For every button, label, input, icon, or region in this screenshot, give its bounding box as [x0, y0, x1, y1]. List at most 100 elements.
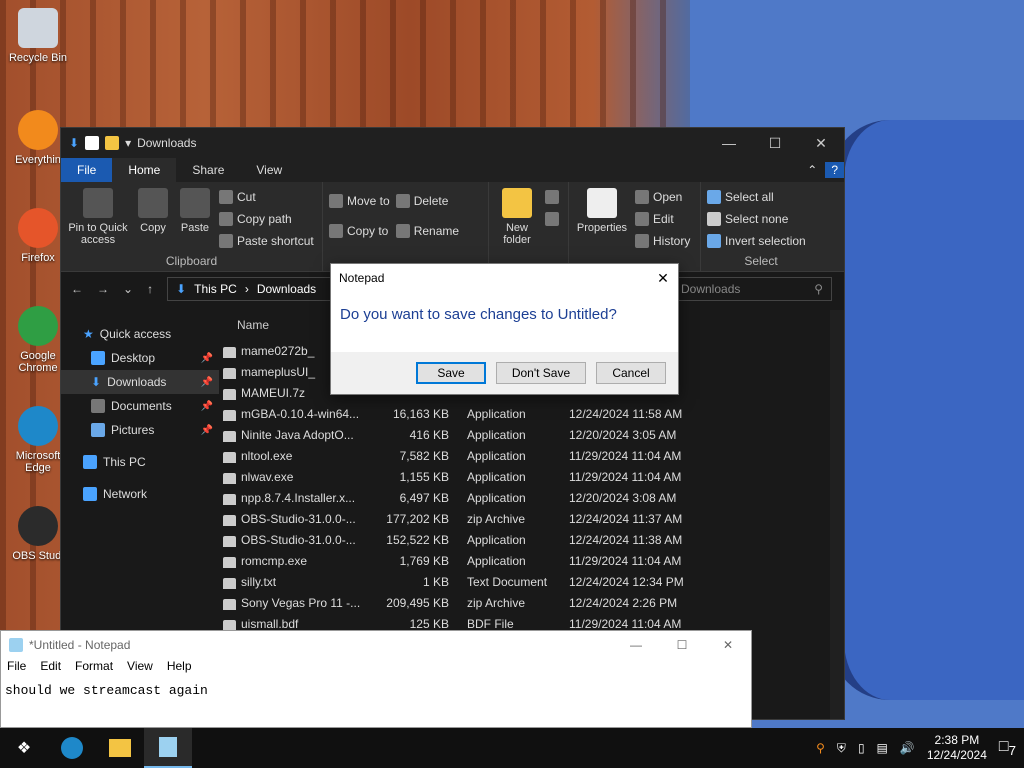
new-item-icon	[545, 190, 559, 204]
delete-icon	[395, 194, 410, 208]
folder-qat-icon[interactable]	[105, 136, 120, 150]
everything-tray-icon[interactable]: ⚲	[816, 741, 825, 755]
cancel-button[interactable]: Cancel	[596, 362, 666, 384]
file-row[interactable]: npp.8.7.4.Installer.x... 6,497 KB Applicat…	[219, 487, 830, 508]
file-row[interactable]: OBS-Studio-31.0.0-... 177,202 KB zip Archi…	[219, 508, 830, 529]
network-icon[interactable]: ▤	[877, 741, 888, 755]
tab-home[interactable]: Home	[112, 158, 177, 182]
nav-this-pc[interactable]: This PC	[61, 450, 219, 474]
explorer-titlebar[interactable]: ⬇ ▾ Downloads — ☐ ✕	[61, 128, 844, 158]
menu-format[interactable]: Format	[75, 659, 113, 679]
file-date: 12/20/2024 3:05 AM	[569, 427, 677, 442]
pin-icon: 📌	[200, 376, 213, 388]
minimize-button[interactable]: —	[613, 638, 659, 652]
file-type: zip Archive	[467, 595, 526, 610]
breadcrumb-separator-icon: ›	[244, 282, 249, 296]
close-button[interactable]: ✕	[798, 135, 844, 152]
menu-file[interactable]: File	[7, 659, 26, 679]
maximize-button[interactable]: ☐	[659, 638, 705, 652]
properties-qat-icon[interactable]	[85, 136, 100, 150]
close-button[interactable]: ✕	[705, 638, 751, 652]
notifications-button[interactable]: □7	[999, 738, 1016, 758]
forward-button[interactable]: →	[97, 282, 109, 296]
nav-pictures[interactable]: Pictures 📌	[61, 418, 219, 442]
nav-quick-access[interactable]: ★ Quick access	[61, 322, 219, 346]
recent-locations-button[interactable]: ⌄	[123, 282, 133, 296]
open-button[interactable]: Open	[635, 188, 690, 206]
new-item-button[interactable]	[545, 188, 559, 206]
security-shield-icon[interactable]: ⛨	[837, 741, 846, 756]
nav-desktop[interactable]: Desktop 📌	[61, 346, 219, 370]
copy-path-button[interactable]: Copy path	[219, 210, 314, 228]
rename-button[interactable]: Rename	[395, 222, 459, 240]
dialog-close-button[interactable]: ✕	[648, 270, 678, 287]
tab-share[interactable]: Share	[176, 158, 240, 182]
recycle-bin-icon	[18, 8, 58, 48]
back-button[interactable]: ←	[71, 282, 83, 296]
select-none-button[interactable]: Select none	[707, 210, 806, 228]
pictures-icon	[91, 423, 105, 437]
file-row[interactable]: romcmp.exe 1,769 KB Application 11/29/2024 …	[219, 550, 830, 571]
file-row[interactable]: mGBA-0.10.4-win64... 16,163 KB Application…	[219, 403, 830, 424]
move-to-button[interactable]: Move to	[329, 192, 390, 210]
properties-button[interactable]: Properties	[575, 188, 629, 272]
menu-edit[interactable]: Edit	[40, 659, 61, 679]
taskbar-file-explorer[interactable]	[96, 728, 144, 768]
save-button[interactable]: Save	[416, 362, 486, 384]
clock[interactable]: 2:38 PM 12/24/2024	[927, 733, 987, 763]
file-row[interactable]: nlwav.exe 1,155 KB Application 11/29/2024 1…	[219, 466, 830, 487]
file-icon	[223, 556, 236, 568]
firefox-icon	[18, 208, 58, 248]
volume-icon[interactable]: 🔊	[900, 741, 915, 755]
start-button[interactable]: ❖	[0, 728, 48, 768]
taskbar-notepad[interactable]	[144, 728, 192, 768]
dialog-titlebar[interactable]: Notepad ✕	[331, 264, 678, 292]
delete-button[interactable]: Delete	[395, 192, 459, 210]
cut-button[interactable]: Cut	[219, 188, 314, 206]
file-row[interactable]: nltool.exe 7,582 KB Application 11/29/2024 …	[219, 445, 830, 466]
search-input[interactable]: Downloads ⚲	[672, 277, 832, 301]
tab-view[interactable]: View	[240, 158, 298, 182]
vertical-scrollbar[interactable]	[830, 310, 844, 719]
help-icon[interactable]: ?	[825, 162, 844, 178]
usb-icon[interactable]: ▯	[858, 741, 865, 755]
menu-help[interactable]: Help	[167, 659, 192, 679]
taskbar-edge[interactable]	[48, 728, 96, 768]
chevron-up-icon[interactable]: ⌃	[799, 158, 825, 182]
file-row[interactable]: Ninite Java AdoptO... 416 KB Application 12…	[219, 424, 830, 445]
nav-network[interactable]: Network	[61, 482, 219, 506]
dont-save-button[interactable]: Don't Save	[496, 362, 586, 384]
nav-downloads[interactable]: ⬇ Downloads 📌	[61, 370, 219, 394]
edit-button[interactable]: Edit	[635, 210, 690, 228]
up-button[interactable]: ↑	[147, 282, 153, 296]
select-all-button[interactable]: Select all	[707, 188, 806, 206]
move-to-icon	[329, 194, 343, 208]
download-arrow-icon[interactable]: ⬇	[69, 136, 79, 150]
file-row[interactable]: OBS-Studio-31.0.0-... 152,522 KB Applicati…	[219, 529, 830, 550]
breadcrumb-this-pc[interactable]: This PC	[194, 282, 237, 296]
file-date: 12/24/2024 11:38 AM	[569, 532, 683, 547]
breadcrumb-downloads[interactable]: Downloads	[257, 282, 316, 296]
tab-file[interactable]: File	[61, 158, 113, 182]
nav-documents[interactable]: Documents 📌	[61, 394, 219, 418]
file-type: Application	[467, 427, 526, 442]
maximize-button[interactable]: ☐	[752, 135, 798, 152]
taskbar: ❖ ⚲ ⛨ ▯ ▤ 🔊 2:38 PM 12/24/2024 □7	[0, 728, 1024, 768]
notepad-window: *Untitled - Notepad — ☐ ✕ File Edit Form…	[0, 630, 752, 728]
paste-shortcut-button[interactable]: Paste shortcut	[219, 232, 314, 250]
notepad-text-area[interactable]: should we streamcast again	[1, 679, 751, 702]
file-row[interactable]: Sony Vegas Pro 11 -... 209,495 KB zip Arch…	[219, 592, 830, 613]
history-button[interactable]: History	[635, 232, 690, 250]
invert-selection-button[interactable]: Invert selection	[707, 232, 806, 250]
menu-view[interactable]: View	[127, 659, 153, 679]
dropdown-icon[interactable]: ▾	[125, 136, 131, 150]
easy-access-button[interactable]	[545, 210, 559, 228]
file-date: 11/29/2024 11:04 AM	[569, 469, 682, 484]
minimize-button[interactable]: —	[706, 135, 752, 152]
notepad-titlebar[interactable]: *Untitled - Notepad — ☐ ✕	[1, 631, 751, 659]
pin-icon	[83, 188, 113, 218]
new-folder-button[interactable]: New folder	[495, 188, 539, 272]
desktop-icon-recycle-bin[interactable]: Recycle Bin	[4, 8, 72, 64]
file-row[interactable]: silly.txt 1 KB Text Document 12/24/2024 12:…	[219, 571, 830, 592]
copy-to-button[interactable]: Copy to	[329, 222, 390, 240]
